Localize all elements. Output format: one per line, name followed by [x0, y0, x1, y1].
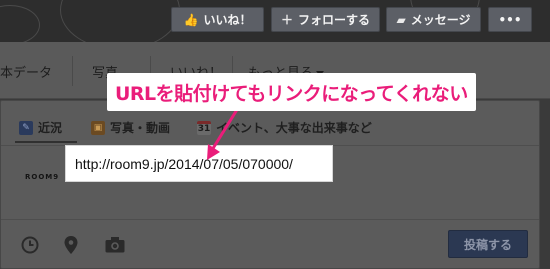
annotation-arrow — [207, 107, 240, 160]
annotation-label: URLを貼付けてもリンクになってくれない — [107, 73, 476, 111]
annotation-arrow-line — [210, 107, 240, 151]
